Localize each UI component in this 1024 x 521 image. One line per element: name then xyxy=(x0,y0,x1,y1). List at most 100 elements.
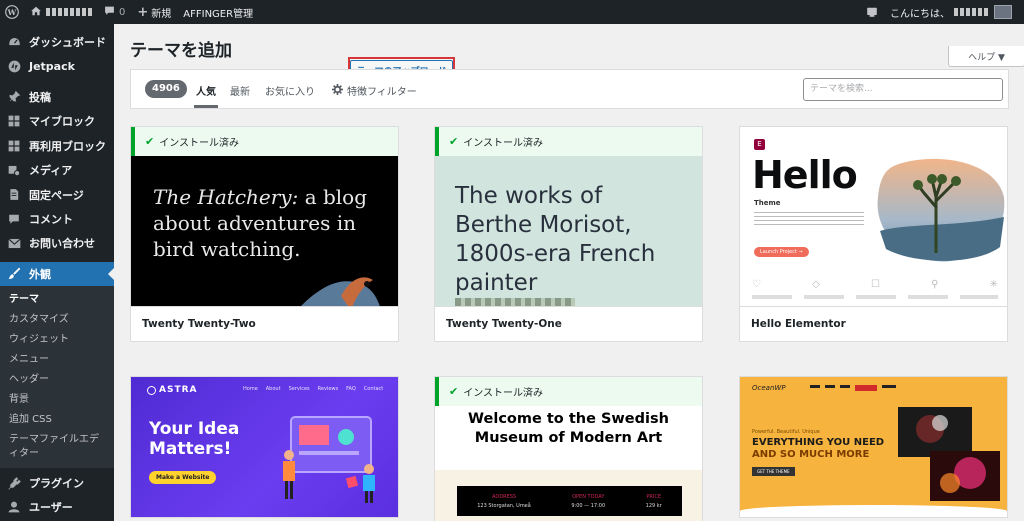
sidebar-item-pages[interactable]: 固定ページ xyxy=(0,182,114,206)
cactus-landscape-icon xyxy=(877,158,1005,262)
sidebar-item-reusable-blocks[interactable]: 再利用ブロック xyxy=(0,134,114,158)
installed-label: インストール済み xyxy=(463,388,544,399)
theme-card-twenty-twenty[interactable]: ✔ インストール済み Welcome to the Swedish Museum… xyxy=(434,376,703,521)
preview-astra-nav: Home About Services Reviews FAQ Contact xyxy=(243,386,384,392)
preview-ocean-logo: OceanWP xyxy=(752,384,786,392)
preview-astra-logo: ASTRA xyxy=(147,385,197,395)
astra-logo-icon xyxy=(147,385,156,395)
sidebar-item-jetpack[interactable]: Jetpack xyxy=(0,54,114,78)
sidebar-item-label: プラグイン xyxy=(29,477,84,491)
greeting-text: こんにちは、 xyxy=(890,8,950,20)
comments-link[interactable]: 0 xyxy=(98,0,131,24)
sidebar-item-posts[interactable]: 投稿 xyxy=(0,85,114,109)
sidebar-item-label: 再利用ブロック xyxy=(29,139,106,153)
theme-count-badge: 4906 xyxy=(145,80,187,98)
sidebar-item-comments[interactable]: コメント xyxy=(0,207,114,231)
sidebar-item-label: ユーザー xyxy=(29,501,73,515)
theme-card-astra[interactable]: ASTRA Home About Services Reviews FAQ Contact… xyxy=(130,376,399,518)
check-icon: ✔ xyxy=(449,385,459,398)
comments-count: 0 xyxy=(119,6,126,18)
theme-card-hello-elementor[interactable]: E Hello Theme Launch Project → ♡ ◇ ☐ ⚲ ✳ Hel… xyxy=(739,126,1008,342)
theme-name: Twenty Twenty-Two xyxy=(131,306,398,341)
new-label: 新規 xyxy=(151,8,172,20)
sidebar-item-label: メディア xyxy=(29,164,73,178)
sidebar-item-appearance[interactable]: 外観 xyxy=(0,261,114,286)
installed-notice: ✔ インストール済み xyxy=(435,377,702,406)
sidebar-item-plugins[interactable]: プラグイン xyxy=(0,471,114,495)
preview-swedish-info: ADDRESS 123 Storgatan, Umeå OPEN TODAY 9:0… xyxy=(457,486,682,516)
admin-bar: W 0 + 新規 AFFINGER管理 こんにちは、 xyxy=(0,0,1024,24)
mail-icon xyxy=(7,236,21,250)
block-icon xyxy=(7,139,21,153)
notification-icon[interactable] xyxy=(860,0,884,24)
installed-notice: ✔ インストール済み xyxy=(131,127,398,156)
bird-illustration-icon xyxy=(301,277,380,306)
site-home-link[interactable] xyxy=(24,0,98,24)
jetpack-icon xyxy=(7,60,21,74)
preview-paragraph xyxy=(754,211,864,225)
sidebar-item-contact[interactable]: お問い合わせ xyxy=(0,231,114,255)
help-button[interactable]: ヘルプ ▼ xyxy=(948,46,1024,67)
preview-text-italic: The Hatchery: xyxy=(153,185,299,209)
sidebar-item-dashboard[interactable]: ダッシュボード xyxy=(0,30,114,54)
sidebar-item-label: 投稿 xyxy=(29,90,51,104)
sidebar-item-media[interactable]: メディア xyxy=(0,158,114,182)
tab-popular[interactable]: 人気 xyxy=(194,83,218,108)
user-account-menu[interactable]: こんにちは、 xyxy=(884,0,1024,24)
user-name-redacted xyxy=(954,8,988,16)
feature-filter-label: 特徴フィルター xyxy=(347,87,417,98)
theme-card-oceanwp[interactable]: OceanWP Powerful. Beautiful. Unique EVER… xyxy=(739,376,1008,518)
installed-label: インストール済み xyxy=(159,138,240,149)
dashboard-icon xyxy=(7,35,21,49)
submenu-item-customize[interactable]: カスタマイズ xyxy=(0,310,114,330)
affinger-menu[interactable]: AFFINGER管理 xyxy=(177,0,259,24)
submenu-item-widgets[interactable]: ウィジェット xyxy=(0,330,114,350)
preview-ocean-headline: EVERYTHING YOU NEED AND SO MUCH MORE xyxy=(752,437,885,460)
installed-label: インストール済み xyxy=(463,138,544,149)
media-icon xyxy=(7,163,21,177)
people-illustration-icon xyxy=(283,416,375,503)
avatar xyxy=(994,5,1012,19)
svg-text:W: W xyxy=(7,8,17,17)
astra-logo-text: ASTRA xyxy=(159,385,198,395)
submenu-item-additional-css[interactable]: 追加 CSS xyxy=(0,410,114,430)
block-icon xyxy=(7,114,21,128)
gear-icon xyxy=(332,83,343,98)
main-content: テーマを追加 テーマのアップロード ヘルプ ▼ 4906 人気 最新 お気に入り… xyxy=(114,24,1024,521)
sidebar-item-label: ダッシュボード xyxy=(29,36,106,50)
feature-filter-button[interactable]: 特徴フィルター xyxy=(332,83,417,98)
theme-filter-bar: 4906 人気 最新 お気に入り 特徴フィルター テーマを検索... xyxy=(130,69,1009,109)
sidebar-item-label: Jetpack xyxy=(29,60,75,74)
submenu-item-menus[interactable]: メニュー xyxy=(0,350,114,370)
preview-subtitle: Theme xyxy=(754,199,781,207)
submenu-item-header[interactable]: ヘッダー xyxy=(0,370,114,390)
site-name-redacted xyxy=(46,8,92,16)
theme-search-input[interactable]: テーマを検索... xyxy=(803,78,1003,101)
sidebar-item-users[interactable]: ユーザー xyxy=(0,495,114,519)
check-icon: ✔ xyxy=(145,135,155,148)
theme-screenshot: Welcome to the Swedish Museum of Modern … xyxy=(435,406,702,521)
wordpress-logo-icon[interactable]: W xyxy=(0,0,24,24)
comment-icon xyxy=(104,5,115,19)
submenu-item-theme-file-editor[interactable]: テーマファイルエディター xyxy=(0,430,105,464)
user-icon xyxy=(7,500,21,514)
theme-card-twenty-twenty-two[interactable]: ✔ インストール済み The Hatchery: a blog about ad… xyxy=(130,126,399,342)
tab-latest[interactable]: 最新 xyxy=(230,83,250,98)
home-icon xyxy=(30,5,42,20)
submenu-item-background[interactable]: 背景 xyxy=(0,390,114,410)
theme-card-twenty-twenty-one[interactable]: ✔ インストール済み The works of Berthe Morisot, … xyxy=(434,126,703,342)
plugin-icon xyxy=(7,476,21,490)
theme-screenshot: E Hello Theme Launch Project → ♡ ◇ ☐ ⚲ ✳ xyxy=(740,127,1007,306)
sidebar-item-my-blocks[interactable]: マイブロック xyxy=(0,109,114,133)
elementor-logo-icon: E xyxy=(754,139,765,150)
pin-icon xyxy=(7,90,21,104)
new-content-menu[interactable]: + 新規 xyxy=(131,0,177,24)
preview-astra-button: Make a Website xyxy=(149,471,217,484)
sidebar-item-label: マイブロック xyxy=(29,115,95,129)
comment-icon xyxy=(7,212,21,226)
installed-notice: ✔ インストール済み xyxy=(435,127,702,156)
painting-strip xyxy=(455,298,575,306)
preview-wave-shape xyxy=(740,505,1007,517)
submenu-item-themes[interactable]: テーマ xyxy=(0,290,114,310)
tab-favorites[interactable]: お気に入り xyxy=(265,83,315,98)
